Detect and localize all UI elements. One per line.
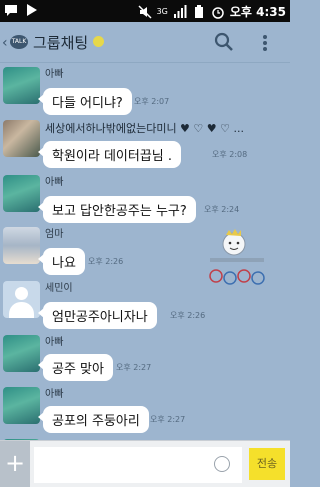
message-bubble[interactable]: 공포의 주둥아리 [38,406,149,433]
search-icon[interactable] [214,32,234,52]
network-label: 3G [156,7,168,16]
avatar-dad[interactable] [3,175,40,212]
person-icon [15,287,28,300]
avatar-mom[interactable] [3,227,40,264]
message-time: 오후 2:27 [150,415,186,424]
avatar-dad[interactable] [3,335,40,372]
avatar-dad[interactable] [3,387,40,424]
sender-name: 엄마 [45,229,64,240]
message-bubble[interactable]: 학원이라 데이터끕님 . [37,141,182,168]
attach-plus-button[interactable]: + [0,441,30,487]
status-bar: 3G 오후 4:35 [0,0,290,22]
sender-name: 아빠 [45,337,64,348]
avatar-dami[interactable] [3,120,40,157]
message-time: 오후 2:24 [204,205,240,214]
input-bar: + 전송 [0,440,290,487]
signal-icon [173,4,187,18]
message-time: 오후 2:26 [170,311,206,320]
message-bubble[interactable]: 보고 답안한공주는 누구? [38,196,196,223]
room-title: 그룹채팅 [33,34,89,52]
message-bubble[interactable]: 공주 맞아 [38,354,113,381]
alarm-icon [212,6,224,19]
send-button[interactable]: 전송 [249,448,285,480]
message-bubble[interactable]: 나요 [38,248,85,275]
message-time: 오후 2:07 [134,97,170,106]
sender-name: 아빠 [45,177,64,188]
message-time: 오후 2:26 [88,257,124,266]
sender-name: 세민이 [45,283,73,294]
message-bubble[interactable]: 엄만공주아니자나 [38,302,157,329]
back-chevron-icon[interactable]: ‹ [2,35,8,51]
sender-name: 세상에서하나밖에없는다미니 ♥ ♡ ♥ ♡ ... [45,122,244,135]
chat-area[interactable]: 아빠 다들 어디냐? 오후 2:07 세상에서하나밖에없는다미니 ♥ ♡ ♥ ♡… [0,62,290,440]
message-input[interactable] [34,447,242,483]
chat-notification-icon [5,5,17,16]
character-sticker-icon [209,229,265,285]
message-time: 오후 2:08 [212,150,248,159]
sender-name: 아빠 [45,69,64,80]
battery-icon [194,4,203,18]
message-bubble[interactable]: 다들 어디냐? [38,88,132,115]
message-time: 오후 2:27 [116,363,152,372]
sender-name: 아빠 [45,389,64,400]
more-menu-icon[interactable] [262,34,268,52]
mute-icon [138,4,152,19]
avatar-semin[interactable] [3,281,40,318]
group-icon [93,36,104,47]
talk-badge[interactable]: TALK [10,35,28,49]
status-time: 오후 4:35 [229,5,286,19]
avatar-dad[interactable] [3,67,40,104]
play-icon [27,4,37,16]
emoji-icon[interactable] [214,456,230,472]
chat-header: ‹ TALK 그룹채팅 [0,22,290,63]
